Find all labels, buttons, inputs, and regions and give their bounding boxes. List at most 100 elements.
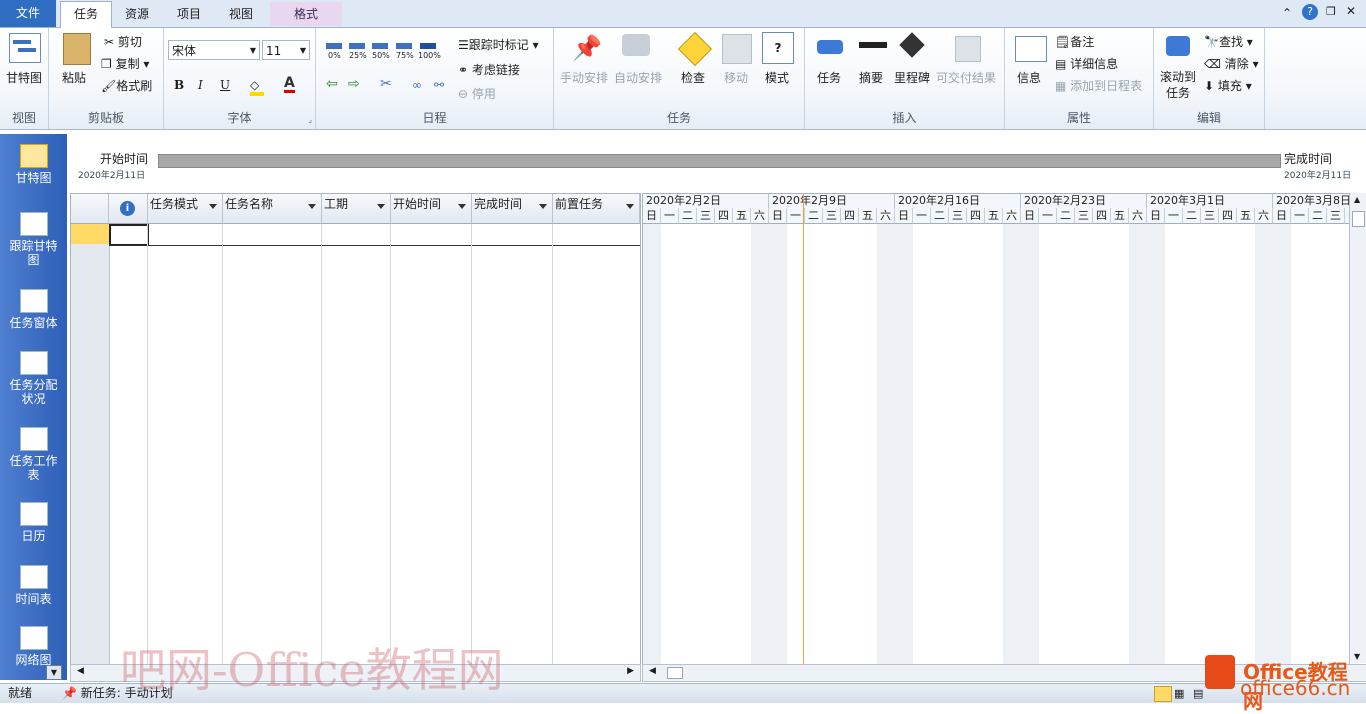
view-bar-network[interactable]: 网络图 [0,626,67,667]
view-bar-task-form[interactable]: 任务窗体 [0,289,67,330]
cut-button[interactable]: ✂ 剪切 [104,33,142,50]
gantt-week-header: 2020年3月1日 [1147,194,1273,208]
office-logo-icon [1205,655,1235,689]
active-cell[interactable] [109,224,149,246]
grid-corner[interactable] [71,194,109,224]
link-icon[interactable]: ∞ [412,78,422,92]
font-size-select[interactable]: 11 ▼ [262,40,310,60]
timeline[interactable]: 开始时间 2020年2月11日 完成时间 2020年2月11日 [70,136,1366,188]
gantt-vertical-scrollbar[interactable]: ▲ ▼ [1349,193,1366,663]
view-bar-task-usage[interactable]: 任务分配状况 [0,351,67,406]
percent-50-icon[interactable] [372,43,388,49]
tab-project[interactable]: 项目 [166,2,212,26]
auto-schedule-button[interactable]: 自动安排 [614,69,662,86]
minimize-ribbon-icon[interactable]: ⌃ [1282,6,1292,20]
task-usage-shortcut-icon[interactable]: ▦ [1174,684,1184,703]
tab-view[interactable]: 视图 [218,2,264,26]
view-bar-timeline[interactable]: 时间表 [0,565,67,606]
percent-75-icon[interactable] [396,43,412,49]
font-color-icon[interactable]: A [284,76,295,93]
scroll-up-icon[interactable]: ▲ [1354,195,1360,204]
view-bar-tracking-gantt[interactable]: 跟踪甘特图 [0,212,67,267]
tab-format[interactable]: 格式 [270,2,342,26]
details-button[interactable]: ▤ 详细信息 [1055,55,1118,72]
indent-icon[interactable]: ⇨ [348,76,360,92]
column-start[interactable]: 开始时间 [391,194,472,224]
dialog-launcher-icon[interactable]: ⌟ [308,115,312,124]
tracking-gantt-icon [19,212,48,236]
underline-button[interactable]: U [220,78,230,92]
chevron-down-icon[interactable] [209,204,217,209]
inactivate-button[interactable]: ⊖ 停用 [458,85,496,102]
find-button[interactable]: 🔭查找 ▾ [1204,33,1253,50]
column-indicators[interactable]: i [109,194,148,224]
manually-schedule-button[interactable]: 手动安排 [560,69,608,86]
fill-button[interactable]: ⬇ 填充 ▾ [1204,77,1252,94]
paste-icon[interactable] [63,33,91,65]
column-task-name[interactable]: 任务名称 [223,194,322,224]
scroll-left-icon[interactable]: ◀ [649,666,656,676]
view-bar-calendar[interactable]: 日历 [0,502,67,543]
scroll-thumb[interactable] [1352,211,1365,227]
split-task-icon[interactable]: ✂ [380,76,392,92]
tab-resource[interactable]: 资源 [114,2,160,26]
notes-button[interactable]: 🗒备注 [1055,33,1094,50]
copy-button[interactable]: ❐ 复制 ▾ [101,55,149,72]
chevron-down-icon[interactable] [626,204,634,209]
move-button[interactable]: 移动 [724,69,748,86]
task-info-button[interactable]: 信息 [1017,69,1041,86]
column-finish[interactable]: 完成时间 [472,194,553,224]
add-to-timeline-button[interactable]: ▦ 添加到日程表 [1055,77,1142,94]
scroll-right-icon[interactable]: ▶ [627,666,634,676]
restore-icon[interactable]: ❐ [1326,5,1336,18]
chevron-down-icon[interactable] [377,204,385,209]
chevron-down-icon[interactable] [308,204,316,209]
view-bar-task-sheet[interactable]: 任务工作表 [0,427,67,482]
unlink-icon[interactable]: ⚯ [434,78,444,92]
mode-button[interactable]: 模式 [765,69,789,86]
outdent-icon[interactable]: ⇦ [326,76,338,92]
gantt-view-shortcut-icon[interactable] [1154,686,1172,702]
font-name-select[interactable]: 宋体 ▼ [168,40,260,60]
column-task-mode[interactable]: 任务模式 [148,194,223,224]
chevron-down-icon[interactable] [458,204,466,209]
help-icon[interactable]: ? [1302,4,1318,20]
view-bar-gantt[interactable]: 甘特图 [0,144,67,185]
view-bar-scroll-down[interactable]: ▼ [46,665,62,680]
gantt-chart-icon[interactable] [9,33,41,63]
gantt-week-header: 2020年2月9日 [769,194,895,208]
task-grid[interactable]: i 任务模式 任务名称 工期 开始时间 完成时间 前置任务 [70,193,641,665]
gantt-view-button[interactable]: 甘特图 [6,69,42,86]
tab-task[interactable]: 任务 [60,1,112,28]
insert-milestone-button[interactable]: 里程碑 [894,69,930,86]
percent-25-icon[interactable] [349,43,365,49]
respect-links-button[interactable]: ⚭ 考虑链接 [458,61,520,78]
italic-button[interactable]: I [198,78,203,92]
chevron-down-icon: ▼ [249,46,256,55]
gantt-day-header: 一 [1039,208,1057,224]
fill-color-icon[interactable]: ◇ [250,78,264,96]
column-duration[interactable]: 工期 [322,194,391,224]
insert-deliverable-button[interactable]: 可交付结果 [936,69,996,86]
format-painter-button[interactable]: 🖌格式刷 [101,77,152,94]
close-icon[interactable]: ✕ [1346,4,1356,18]
scroll-thumb[interactable] [667,667,683,679]
chevron-down-icon[interactable] [539,204,547,209]
bold-button[interactable]: B [174,78,184,92]
insert-task-button[interactable]: 任务 [817,69,841,86]
tab-file[interactable]: 文件 [0,0,56,27]
clear-button[interactable]: ⌫ 清除 ▾ [1204,55,1259,72]
timeline-bar[interactable] [158,154,1281,168]
team-planner-shortcut-icon[interactable]: ▤ [1193,684,1203,703]
inspect-button[interactable]: 检查 [681,69,705,86]
column-predecessors[interactable]: 前置任务 [553,194,640,224]
scroll-to-task-button[interactable]: 滚动到任务 [1160,69,1196,101]
mark-on-track-button[interactable]: ☰跟踪时标记 ▾ [458,36,539,53]
insert-summary-button[interactable]: 摘要 [859,69,883,86]
percent-100-icon[interactable] [420,43,436,49]
paste-button[interactable]: 粘贴 [62,69,86,86]
percent-0-icon[interactable] [326,43,342,49]
gantt-chart[interactable]: 2020年2月2日日一二三四五六 2020年2月9日日一二三四五六 2020年2月1… [642,193,1350,665]
scroll-left-icon[interactable]: ◀ [77,666,84,676]
active-row-header[interactable] [71,224,109,244]
